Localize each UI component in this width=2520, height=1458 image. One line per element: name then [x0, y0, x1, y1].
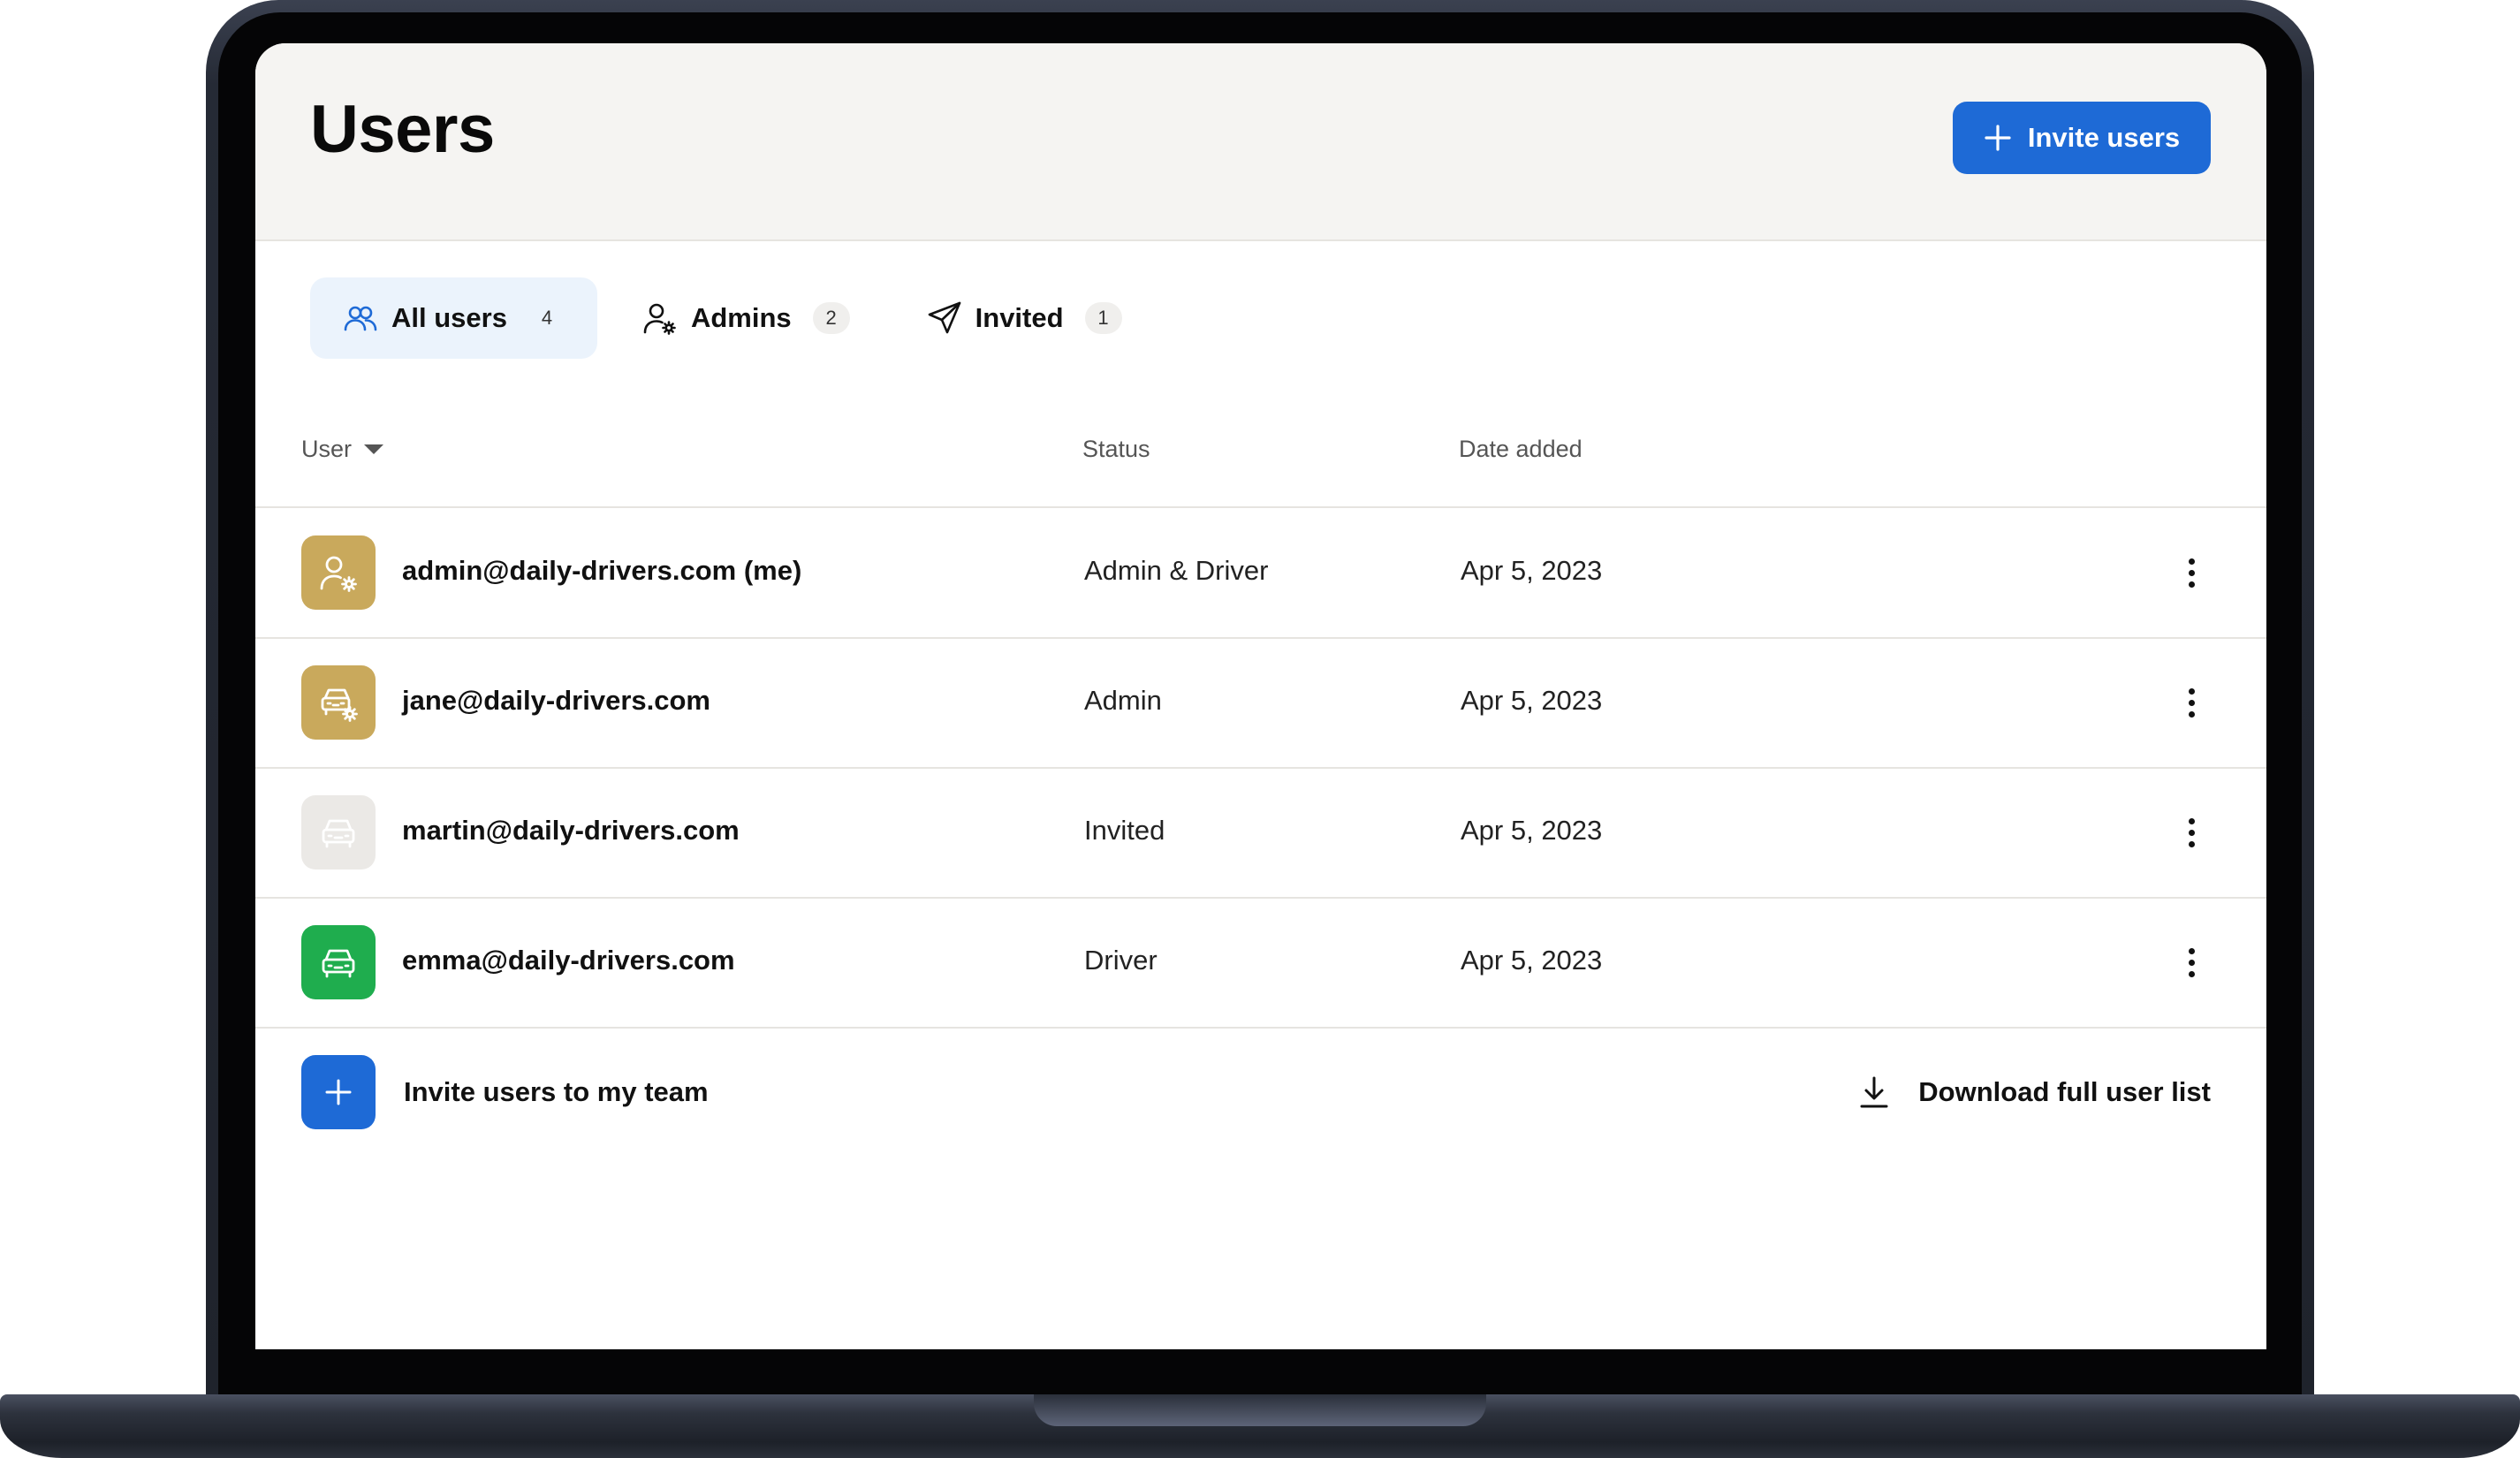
- app-screen: Users Invite users All users 4 Admins 2: [255, 43, 2266, 1349]
- avatar: [301, 535, 376, 610]
- laptop-notch: [1034, 1394, 1486, 1426]
- users-icon: [344, 306, 377, 331]
- column-header-label: Date added: [1459, 436, 1583, 462]
- user-email: jane@daily-drivers.com: [402, 685, 710, 716]
- car-gear-icon: [321, 688, 358, 722]
- table-row[interactable]: admin@daily-drivers.com (me) Admin & Dri…: [255, 508, 2266, 639]
- user-status: Invited: [1084, 815, 1165, 846]
- user-date-added: Apr 5, 2023: [1461, 555, 1603, 586]
- table-row[interactable]: emma@daily-drivers.com Driver Apr 5, 202…: [255, 898, 2266, 1029]
- page-header: Users Invite users: [255, 43, 2266, 241]
- user-filter-tabs: All users 4 Admins 2 Invited 1: [310, 277, 1166, 359]
- user-status: Driver: [1084, 945, 1158, 976]
- tab-invited[interactable]: Invited 1: [894, 277, 1154, 359]
- invite-users-label: Invite users: [2027, 122, 2181, 153]
- download-label: Download full user list: [1918, 1076, 2211, 1107]
- column-header-status: Status: [1082, 436, 1150, 463]
- column-header-label: Status: [1082, 436, 1150, 462]
- tab-count-badge: 2: [812, 302, 850, 334]
- tab-label: Admins: [690, 302, 792, 333]
- tab-count-badge: 1: [1084, 302, 1122, 334]
- plus-icon: [1985, 125, 2011, 151]
- plus-icon: [301, 1055, 376, 1129]
- car-icon: [322, 949, 355, 978]
- table-row[interactable]: jane@daily-drivers.com Admin Apr 5, 2023: [255, 638, 2266, 769]
- more-options-icon[interactable]: [2169, 810, 2213, 854]
- car-icon: [322, 819, 355, 848]
- user-status: Admin: [1084, 685, 1162, 716]
- user-date-added: Apr 5, 2023: [1461, 945, 1603, 976]
- avatar: [301, 795, 376, 869]
- user-gear-icon: [643, 303, 676, 335]
- user-email: admin@daily-drivers.com (me): [402, 555, 802, 586]
- tab-admins[interactable]: Admins 2: [610, 277, 882, 359]
- column-header-user[interactable]: User: [301, 436, 384, 463]
- tab-all-users[interactable]: All users 4: [310, 277, 597, 359]
- user-email: martin@daily-drivers.com: [402, 815, 740, 846]
- avatar: [301, 925, 376, 999]
- tab-count-badge: 4: [541, 307, 553, 329]
- send-icon: [928, 301, 960, 334]
- invite-users-to-team-button[interactable]: Invite users to my team: [301, 1055, 709, 1129]
- sort-caret-down-icon: [364, 444, 384, 454]
- table-row[interactable]: martin@daily-drivers.com Invited Apr 5, …: [255, 768, 2266, 899]
- download-user-list-button[interactable]: Download full user list: [1856, 1055, 2211, 1129]
- more-options-icon[interactable]: [2169, 551, 2213, 595]
- tab-label: All users: [391, 302, 507, 333]
- more-options-icon[interactable]: [2169, 680, 2213, 725]
- column-header-date: Date added: [1459, 436, 1583, 463]
- download-icon: [1860, 1076, 1888, 1108]
- column-header-label: User: [301, 436, 353, 462]
- user-email: emma@daily-drivers.com: [402, 945, 735, 976]
- invite-users-button[interactable]: Invite users: [1953, 102, 2211, 174]
- page-title: Users: [310, 92, 495, 167]
- user-gear-icon: [320, 556, 357, 592]
- invite-team-label: Invite users to my team: [404, 1076, 709, 1107]
- tab-label: Invited: [975, 302, 1064, 333]
- user-status: Admin & Driver: [1084, 555, 1269, 586]
- avatar: [301, 665, 376, 740]
- more-options-icon[interactable]: [2169, 940, 2213, 984]
- user-date-added: Apr 5, 2023: [1461, 815, 1603, 846]
- user-date-added: Apr 5, 2023: [1461, 685, 1603, 716]
